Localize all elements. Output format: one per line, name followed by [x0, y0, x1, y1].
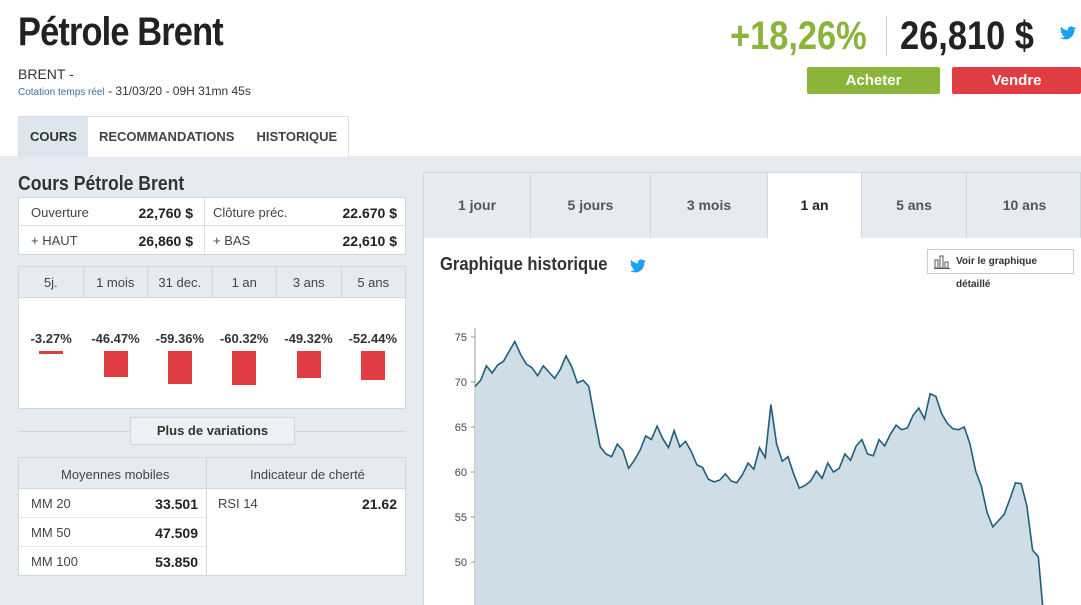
performance-bar: [296, 351, 321, 379]
twitter-icon[interactable]: [630, 259, 646, 273]
rsi-value: 21.62: [361, 496, 397, 512]
y-tick-label: 65: [455, 422, 467, 434]
y-tick-label: 50: [455, 557, 467, 569]
prev-close-value: 22.670 $: [342, 205, 398, 221]
moving-averages-table: Moyennes mobiles Indicateur de cherté MM…: [18, 457, 406, 577]
open-value: 22,760 $: [138, 205, 194, 221]
high-label: + HAUT: [31, 233, 78, 248]
quote-time: - 31/03/20 - 09H 31mn 45s: [108, 84, 251, 98]
quote-timestamp: Cotation temps réel - 31/03/20 - 09H 31m…: [18, 84, 251, 98]
mm-header: Moyennes mobiles Indicateur de cherté: [19, 458, 405, 489]
perf-period-5d: 5j.: [19, 267, 84, 297]
period-tabs: 1 jour 5 jours 3 mois 1 an 5 ans 10 ans: [423, 172, 1081, 238]
period-tab-5d[interactable]: 5 jours: [531, 173, 651, 238]
price-change: +18,26%: [730, 14, 867, 58]
performance-bar: [39, 351, 64, 354]
page-title: Pétrole Brent: [18, 10, 224, 54]
header-divider: [886, 16, 887, 56]
perf-value-ytd: -59.36%: [155, 331, 205, 346]
mm50-value: 47.509: [155, 525, 198, 541]
mm100-label: MM 100: [31, 554, 78, 569]
mm50-label: MM 50: [31, 525, 71, 540]
prev-close-label: Clôture préc.: [213, 205, 288, 220]
chart-panel: Graphique historique Voir le graphique d…: [423, 238, 1081, 605]
period-tab-1y[interactable]: 1 an: [768, 173, 862, 238]
perf-period-1y: 1 an: [213, 267, 277, 297]
mm-row: MM 100 53.850: [19, 547, 206, 576]
mm-row: MM 20 33.501: [19, 489, 206, 518]
ohlc-table: Ouverture 22,760 $ Clôture préc. 22.670 …: [18, 197, 406, 256]
mm-row: MM 50 47.509: [19, 518, 206, 547]
bar-chart-icon: [934, 255, 950, 269]
performance-header: 5j. 1 mois 31 dec. 1 an 3 ans 5 ans: [19, 267, 405, 298]
performance-bar: [167, 351, 192, 385]
perf-period-3y: 3 ans: [277, 267, 342, 297]
main-tabs: COURS RECOMMANDATIONS HISTORIQUE: [18, 116, 350, 157]
buy-button[interactable]: Acheter: [807, 67, 940, 94]
low-value: 22,610 $: [342, 233, 398, 249]
perf-value-5y: -52.44%: [348, 331, 398, 346]
mm20-label: MM 20: [31, 496, 71, 511]
y-tick-label: 60: [455, 467, 467, 479]
section-title: Cours Pétrole Brent: [18, 173, 185, 195]
tab-historique[interactable]: HISTORIQUE: [245, 117, 348, 157]
current-price: 26,810 $: [900, 14, 1034, 58]
sell-button[interactable]: Vendre: [952, 67, 1081, 94]
perf-value-1m: -46.47%: [91, 331, 140, 346]
ohlc-row: + HAUT 26,860 $ + BAS 22,610 $: [19, 226, 405, 254]
twitter-icon[interactable]: [1060, 26, 1076, 40]
more-variations-button[interactable]: Plus de variations: [130, 417, 295, 445]
performance-bar: [232, 351, 257, 385]
y-tick-label: 70: [455, 377, 467, 389]
rsi-label: RSI 14: [218, 496, 258, 511]
historical-price-chart: 50 55 60 65 70 75: [455, 328, 1044, 605]
perf-value-5d: -3.27%: [30, 331, 72, 346]
perf-value-3y: -49.32%: [284, 331, 333, 346]
perf-period-1m: 1 mois: [84, 267, 148, 297]
period-tab-10y[interactable]: 10 ans: [967, 173, 1081, 238]
mm100-value: 53.850: [155, 554, 198, 570]
quote-label: Cotation temps réel: [18, 87, 105, 98]
ohlc-divider: [204, 198, 205, 256]
performance-bar: [360, 351, 385, 381]
tab-cours[interactable]: COURS: [19, 117, 88, 157]
performance-bars: [19, 351, 405, 391]
low-label: + BAS: [213, 233, 251, 248]
tab-recommandations[interactable]: RECOMMANDATIONS: [88, 117, 246, 157]
ohlc-row: Ouverture 22,760 $ Clôture préc. 22.670 …: [19, 198, 405, 226]
perf-value-1y: -60.32%: [219, 331, 269, 346]
period-tab-5y[interactable]: 5 ans: [862, 173, 967, 238]
period-tab-3m[interactable]: 3 mois: [651, 173, 768, 238]
y-tick-label: 55: [455, 512, 467, 524]
y-tick-label: 75: [455, 332, 467, 344]
mm20-value: 33.501: [155, 496, 198, 512]
mm-divider: [206, 458, 207, 577]
chart-title: Graphique historique: [440, 254, 608, 274]
high-value: 26,860 $: [138, 233, 194, 249]
mm-header-label: Moyennes mobiles: [61, 467, 170, 482]
indicator-header-label: Indicateur de cherté: [250, 467, 365, 482]
performance-values: -3.27% -46.47% -59.36% -60.32% -49.32% -…: [19, 331, 405, 346]
perf-period-5y: 5 ans: [357, 275, 390, 290]
detailed-chart-label: Voir le graphique détaillé: [956, 256, 1037, 290]
period-tab-1d[interactable]: 1 jour: [424, 173, 531, 238]
performance-table: 5j. 1 mois 31 dec. 1 an 3 ans 5 ans -3.2…: [18, 266, 406, 409]
detailed-chart-button[interactable]: Voir le graphique détaillé: [927, 249, 1074, 290]
open-label: Ouverture: [31, 205, 89, 220]
perf-period-ytd: 31 dec.: [148, 267, 213, 297]
price-area: [475, 341, 1044, 605]
performance-bar: [103, 351, 128, 377]
ticker-label: BRENT -: [18, 66, 74, 82]
